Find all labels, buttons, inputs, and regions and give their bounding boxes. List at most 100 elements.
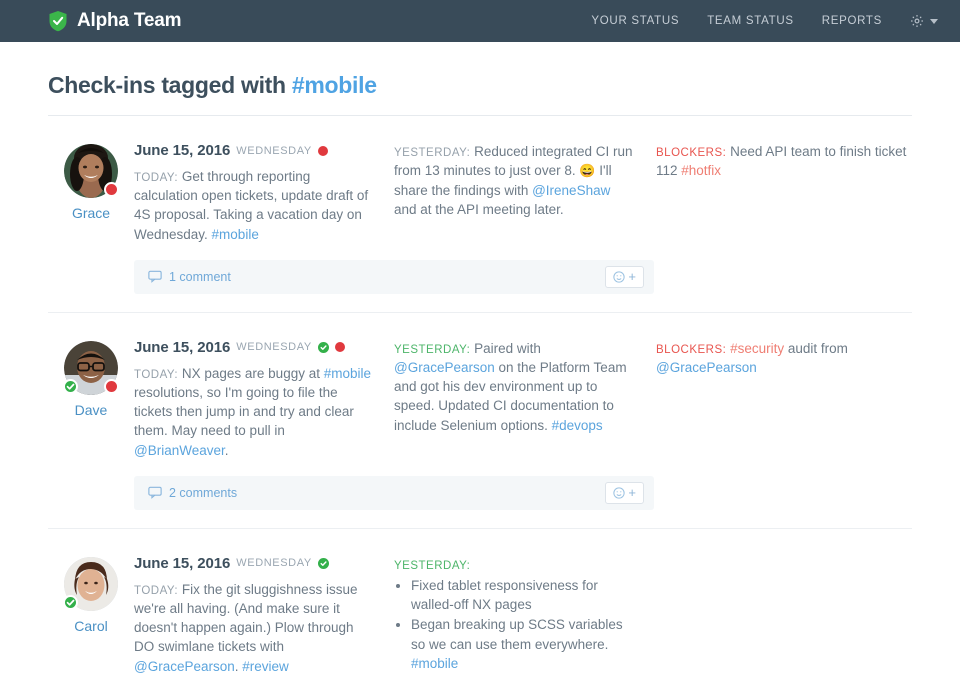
today-label: TODAY:	[134, 584, 179, 597]
comments-button[interactable]: 2 comments	[148, 486, 237, 500]
blockers-text: BLOCKERS: #security audit from @GracePea…	[656, 339, 912, 377]
checkin-row: Grace June 15, 2016 WEDNESDAY TODAY: Get…	[48, 116, 912, 313]
shield-check-icon	[48, 10, 68, 32]
plus-icon: +	[628, 269, 636, 285]
hashtag-link[interactable]: #security	[730, 341, 784, 356]
blockers-column: BLOCKERS: Need API team to finish ticket…	[656, 142, 912, 244]
blockers-label: BLOCKERS:	[656, 343, 727, 356]
hashtag-link[interactable]: #mobile	[411, 656, 458, 671]
yesterday-label: YESTERDAY:	[394, 147, 471, 159]
brand-logo[interactable]: Alpha Team	[48, 10, 181, 32]
mention-link[interactable]: @GracePearson	[656, 360, 757, 375]
yesterday-text: YESTERDAY: Paired with @GracePearson on …	[394, 339, 634, 435]
checkin-row: Carol June 15, 2016 WEDNESDAY TODAY: Fix…	[48, 529, 912, 694]
yesterday-text: YESTERDAY: Fixed tablet responsiveness f…	[394, 555, 634, 673]
hashtag-link[interactable]: #mobile	[324, 366, 371, 381]
yesterday-column: YESTERDAY: Reduced integrated CI run fro…	[394, 142, 656, 244]
avatar[interactable]	[63, 556, 118, 611]
page-content: Check-ins tagged with #mobile Grace June…	[0, 42, 960, 694]
blockers-column: BLOCKERS: #security audit from @GracePea…	[656, 339, 912, 460]
green-check-badge	[63, 594, 78, 610]
list-item: Fixed tablet responsiveness for walled-o…	[411, 576, 634, 614]
top-navigation-bar: Alpha Team YOUR STATUS TEAM STATUS REPOR…	[0, 0, 960, 42]
chevron-down-icon	[930, 18, 938, 24]
bullet-text: Began breaking up SCSS variables so we c…	[411, 617, 623, 652]
blockers-body: audit from	[784, 340, 848, 356]
action-bar: 2 comments +	[134, 475, 654, 510]
avatar[interactable]	[63, 340, 119, 395]
gear-icon	[910, 14, 924, 28]
today-body-2: resolutions, so I'm going to file the ti…	[134, 385, 354, 439]
avatar-name[interactable]: Grace	[72, 205, 110, 221]
checkin-date: June 15, 2016	[134, 554, 231, 572]
checkin-row: Dave June 15, 2016 WEDNESDAY TODAY: NX p…	[48, 313, 912, 529]
today-label: TODAY:	[134, 172, 179, 184]
list-item: Began breaking up SCSS variables so we c…	[411, 615, 634, 672]
action-bar: 1 comment +	[134, 259, 654, 294]
checkin-day: WEDNESDAY	[236, 144, 312, 157]
blockers-column	[656, 555, 912, 676]
bullet-text: Fixed tablet responsiveness for walled-o…	[411, 578, 598, 613]
today-text: TODAY: NX pages are buggy at #mobile res…	[134, 364, 372, 460]
checkin-day: WEDNESDAY	[236, 341, 312, 354]
brand-name: Alpha Team	[77, 10, 182, 31]
checkin-body: June 15, 2016 WEDNESDAY TODAY: Get throu…	[134, 142, 912, 294]
emoji-grin-icon: 😄	[579, 163, 596, 179]
add-reaction-button[interactable]: +	[605, 481, 644, 504]
today-text: TODAY: Fix the git sluggishness issue we…	[134, 580, 372, 676]
hashtag-link[interactable]: #devops	[552, 418, 603, 433]
date-line: June 15, 2016 WEDNESDAY	[134, 339, 372, 356]
nav-link-your-status[interactable]: YOUR STATUS	[591, 15, 679, 27]
status-dot-green	[317, 557, 329, 569]
yesterday-body-3: and at the API meeting later.	[394, 201, 564, 217]
page-title-tag[interactable]: #mobile	[292, 72, 377, 98]
checkin-columns: June 15, 2016 WEDNESDAY TODAY: Fix the g…	[134, 555, 912, 676]
add-reaction-button[interactable]: +	[605, 265, 644, 288]
yesterday-column: YESTERDAY: Fixed tablet responsiveness f…	[394, 555, 656, 676]
checkin-body: June 15, 2016 WEDNESDAY TODAY: Fix the g…	[134, 555, 912, 676]
yesterday-body-1: Paired with	[470, 340, 541, 356]
yesterday-bullet-list: Fixed tablet responsiveness for walled-o…	[411, 576, 634, 673]
page-title-prefix: Check-ins tagged with	[48, 72, 292, 98]
nav-link-team-status[interactable]: TEAM STATUS	[707, 15, 794, 27]
mention-link[interactable]: @GracePearson	[394, 360, 495, 375]
yesterday-text: YESTERDAY: Reduced integrated CI run fro…	[394, 142, 634, 219]
blockers-text: BLOCKERS: Need API team to finish ticket…	[656, 142, 912, 180]
date-line: June 15, 2016 WEDNESDAY	[134, 555, 372, 572]
hashtag-link[interactable]: #hotfix	[681, 163, 721, 178]
yesterday-label: YESTERDAY:	[394, 343, 471, 356]
checkin-date: June 15, 2016	[134, 142, 231, 159]
today-body-3: .	[224, 442, 229, 458]
hashtag-link[interactable]: #review	[242, 659, 289, 674]
yesterday-column: YESTERDAY: Paired with @GracePearson on …	[394, 339, 656, 460]
emoji-smiley-icon	[613, 271, 626, 283]
settings-menu-button[interactable]	[910, 14, 938, 28]
status-dot-red	[334, 342, 345, 353]
red-dot-badge	[104, 378, 119, 394]
checkin-date: June 15, 2016	[134, 338, 231, 356]
comment-count: 1 comment	[169, 269, 231, 284]
checkin-day: WEDNESDAY	[236, 557, 312, 570]
checkin-body: June 15, 2016 WEDNESDAY TODAY: NX pages …	[134, 339, 912, 510]
hashtag-link[interactable]: #mobile	[212, 227, 259, 242]
nav-links-group: YOUR STATUS TEAM STATUS REPORTS	[591, 14, 938, 28]
mention-link[interactable]: @IreneShaw	[532, 183, 610, 198]
avatar-name[interactable]: Dave	[75, 402, 108, 418]
avatar-column: Grace	[48, 142, 134, 294]
page-title: Check-ins tagged with #mobile	[48, 42, 912, 116]
avatar[interactable]	[64, 144, 119, 198]
yesterday-label: YESTERDAY:	[394, 559, 471, 572]
today-label: TODAY:	[134, 368, 179, 381]
mention-link[interactable]: @BrianWeaver	[134, 443, 225, 458]
date-line: June 15, 2016 WEDNESDAY	[134, 142, 372, 159]
comment-count: 2 comments	[169, 485, 238, 500]
avatar-name[interactable]: Carol	[74, 618, 107, 634]
today-column: June 15, 2016 WEDNESDAY TODAY: Get throu…	[134, 142, 394, 244]
comment-bubble-icon	[148, 270, 162, 284]
nav-link-reports[interactable]: REPORTS	[822, 15, 882, 27]
comments-button[interactable]: 1 comment	[148, 270, 231, 284]
today-body-2: .	[234, 658, 243, 674]
mention-link[interactable]: @GracePearson	[134, 659, 235, 674]
green-check-badge	[63, 378, 78, 394]
plus-icon: +	[628, 485, 636, 501]
